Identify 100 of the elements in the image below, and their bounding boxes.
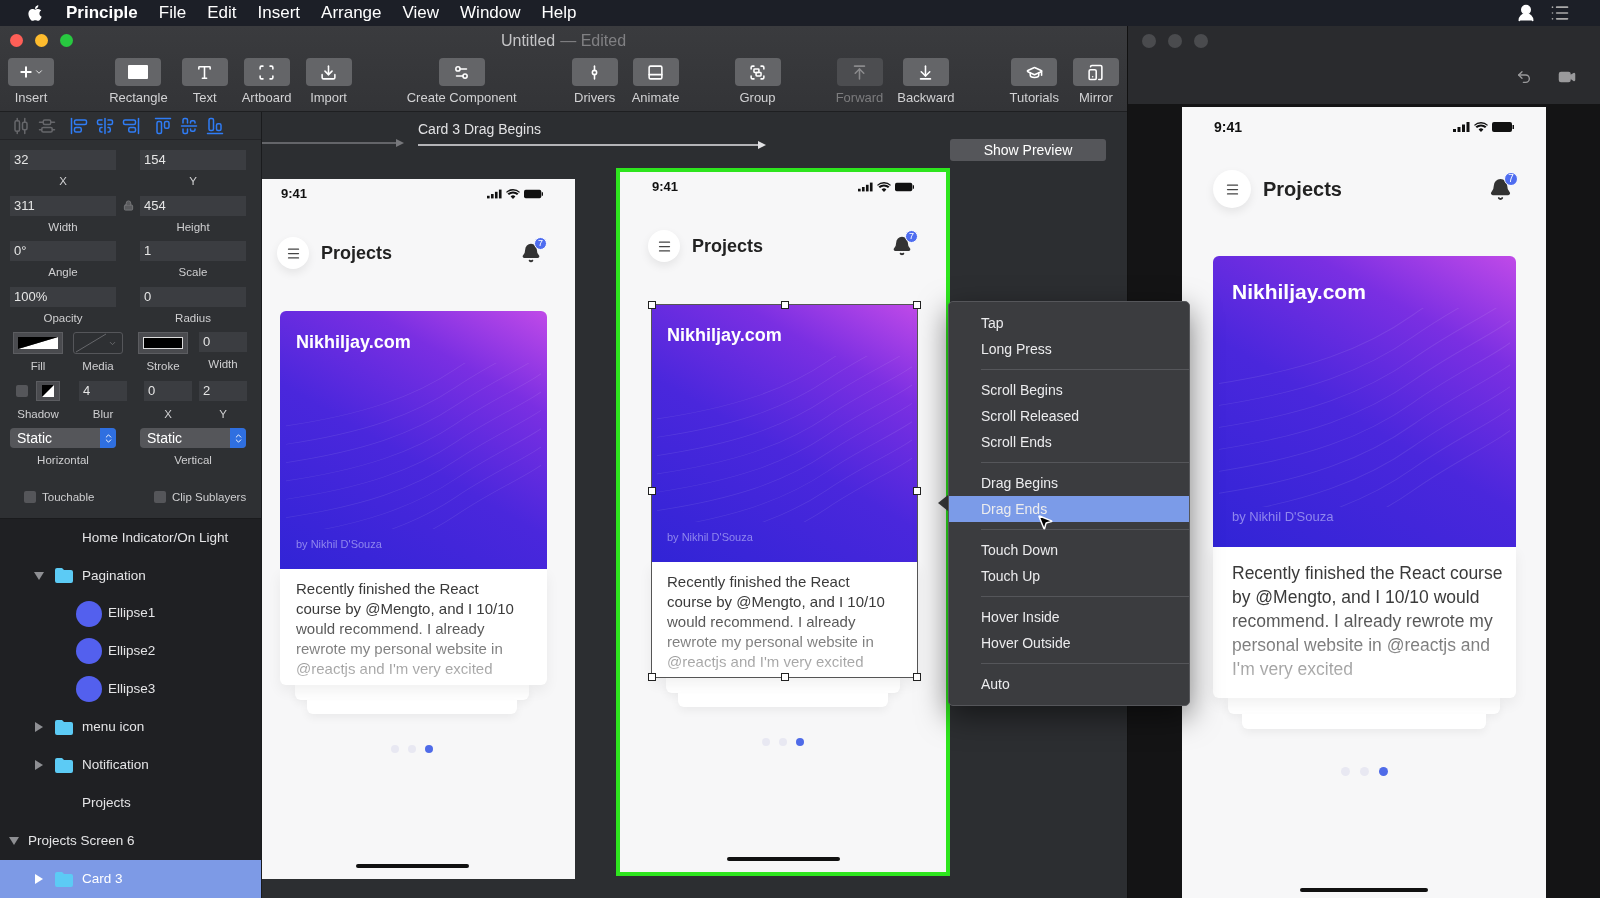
toolbar-button[interactable] <box>305 58 352 86</box>
expanded-triangle-icon[interactable] <box>9 836 19 847</box>
toolbar-button[interactable] <box>181 58 228 86</box>
align-center-icon[interactable] <box>96 116 114 135</box>
menu-option[interactable]: Auto <box>949 671 1189 697</box>
notification-badge: 7 <box>905 230 918 243</box>
menu-button[interactable] <box>1213 170 1251 208</box>
resize-handle[interactable] <box>780 301 789 309</box>
toolbar-button[interactable] <box>1011 58 1058 86</box>
select-dropdown[interactable]: Static <box>140 428 246 448</box>
collapsed-triangle-icon[interactable] <box>34 760 44 771</box>
number-field[interactable]: 1 <box>140 241 246 261</box>
menu-app-name[interactable]: Principle <box>66 0 138 26</box>
checkbox[interactable] <box>24 491 36 504</box>
select-dropdown[interactable]: Static <box>10 428 116 448</box>
number-field[interactable]: 4 <box>79 380 127 401</box>
menu-item[interactable]: Insert <box>257 0 301 26</box>
menu-option[interactable]: Touch Down <box>949 537 1189 563</box>
toolbar-button[interactable] <box>8 58 54 86</box>
toolbar-button[interactable] <box>734 58 781 86</box>
resize-handle[interactable] <box>913 487 921 495</box>
checkbox[interactable] <box>154 491 166 504</box>
shadow-swatch[interactable] <box>36 380 60 401</box>
menu-option[interactable]: Hover Outside <box>949 630 1189 656</box>
fill-swatch[interactable] <box>13 332 63 354</box>
layer-row[interactable]: Pagination <box>0 556 261 595</box>
menu-option[interactable]: Touch Up <box>949 563 1189 589</box>
menu-item[interactable]: Edit <box>207 0 237 26</box>
layer-row[interactable]: Ellipse1 <box>0 594 261 633</box>
card-text: Recently finished the React course by @Mengto, and I 10/10 would recommend. I already rewrote my personal website in @reactjs and I'm very excited <box>667 572 886 672</box>
field-label: Height <box>176 221 210 233</box>
window-title: Untitled <box>500 31 556 51</box>
resize-handle[interactable] <box>648 301 656 309</box>
menu-option[interactable]: Long Press <box>949 336 1189 362</box>
resize-handle[interactable] <box>913 301 921 309</box>
menu-option[interactable]: Hover Inside <box>949 604 1189 630</box>
menu-option[interactable]: Scroll Begins <box>949 377 1189 403</box>
layer-row[interactable]: Projects <box>0 784 261 823</box>
toolbar-button[interactable] <box>243 58 290 86</box>
menu-button[interactable] <box>277 237 309 269</box>
number-field[interactable]: 154 <box>140 150 246 170</box>
shadow-checkbox[interactable] <box>16 384 28 397</box>
stroke-swatch[interactable] <box>138 332 188 354</box>
menu-option[interactable]: Tap <box>949 310 1189 336</box>
layer-row[interactable]: Notification <box>0 746 261 785</box>
number-field[interactable]: 100% <box>10 286 116 307</box>
number-field[interactable]: 0° <box>10 241 116 261</box>
toolbar-button[interactable] <box>902 58 949 86</box>
menu-item[interactable]: File <box>158 0 187 26</box>
zoom-window-button[interactable] <box>60 34 73 47</box>
undo-icon[interactable] <box>1516 69 1532 85</box>
number-field[interactable]: 0 <box>140 286 246 307</box>
artboard-frame[interactable]: 9:41 Projects 7 Nikhiljay.com by Nikhil D'Souza Recently finished the React course by @Mengto, and I 10/10 would recommend. I already rewrote my personal website in @reactjs and I'm very excited <box>262 175 579 883</box>
expanded-triangle-icon[interactable] <box>34 570 44 581</box>
toolbar-button[interactable] <box>632 58 679 86</box>
layer-row[interactable]: Ellipse3 <box>0 670 261 709</box>
user-icon[interactable] <box>1516 3 1536 23</box>
menu-button[interactable] <box>648 230 680 262</box>
toolbar-button[interactable] <box>438 58 485 86</box>
folder-icon <box>55 719 73 735</box>
layer-row[interactable]: Projects Screen 6 <box>0 822 261 861</box>
menu-item[interactable]: View <box>402 0 440 26</box>
resize-handle[interactable] <box>913 673 921 681</box>
layer-row[interactable]: Ellipse2 <box>0 632 261 671</box>
resize-handle[interactable] <box>648 487 656 495</box>
align-bottom-icon[interactable] <box>206 116 224 135</box>
resize-handle[interactable] <box>780 673 789 681</box>
apple-icon[interactable] <box>26 4 44 22</box>
menu-item[interactable]: Help <box>541 0 577 26</box>
menu-option[interactable]: Scroll Ends <box>949 429 1189 455</box>
toolbar-button[interactable] <box>571 58 618 86</box>
number-field[interactable]: 2 <box>199 380 247 401</box>
list-icon[interactable] <box>1550 3 1570 23</box>
rectangle-icon <box>128 65 149 79</box>
align-middle-icon[interactable] <box>180 116 198 135</box>
layer-row[interactable]: menu icon <box>0 708 261 747</box>
collapsed-triangle-icon[interactable] <box>34 874 44 884</box>
toolbar-button[interactable] <box>115 58 162 86</box>
align-top-icon[interactable] <box>154 116 172 135</box>
menu-item[interactable]: Arrange <box>321 0 382 26</box>
artboard-frame[interactable]: 9:41 Projects 7 Nikhiljay.com by Nikhil D'Souza Recently finished the React course by @Mengto, and I 10/10 would recommend. I already rewrote my personal website in @reactjs and I'm very excited <box>616 168 950 876</box>
align-right-icon[interactable] <box>122 116 140 135</box>
number-field[interactable]: 32 <box>10 150 116 170</box>
number-field[interactable]: 311 <box>10 195 116 216</box>
toolbar-button[interactable] <box>1072 58 1119 86</box>
menu-item[interactable]: Window <box>460 0 521 26</box>
resize-handle[interactable] <box>648 673 656 681</box>
layer-row[interactable]: Home Indicator/On Light <box>0 518 261 557</box>
menu-option[interactable]: Drag Begins <box>949 470 1189 496</box>
number-field[interactable]: 454 <box>140 195 246 216</box>
minimize-window-button[interactable] <box>35 34 48 47</box>
lock-icon[interactable] <box>122 199 134 211</box>
show-preview-button[interactable]: Show Preview <box>950 139 1106 161</box>
align-left-icon[interactable] <box>70 116 88 135</box>
selection-frame[interactable] <box>651 304 918 678</box>
number-field[interactable]: 0 <box>199 332 247 352</box>
number-field[interactable]: 0 <box>144 380 192 401</box>
collapsed-triangle-icon[interactable] <box>34 722 44 733</box>
menu-option[interactable]: Scroll Released <box>949 403 1189 429</box>
close-window-button[interactable] <box>10 34 23 47</box>
